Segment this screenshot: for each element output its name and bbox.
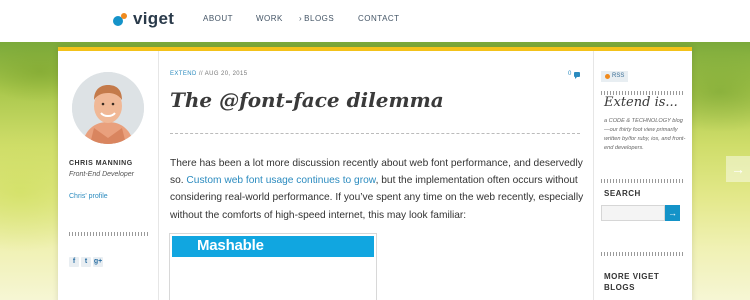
- embedded-screenshot: Mashable: [169, 233, 377, 300]
- facebook-icon[interactable]: f: [69, 257, 79, 267]
- search-input[interactable]: [601, 205, 665, 221]
- post-date: AUG 20, 2015: [204, 71, 248, 77]
- comment-count: 0: [568, 71, 572, 77]
- author-photo: [72, 72, 144, 144]
- rss-button[interactable]: RSS: [601, 71, 629, 82]
- nav-blogs[interactable]: › BLOGS: [299, 14, 334, 23]
- meta-separator: //: [196, 71, 205, 77]
- logo-text: viget: [133, 9, 175, 28]
- blog-title: Extend is...: [604, 95, 678, 110]
- post-card: CHRIS MANNING Front-End Developer Chris'…: [58, 47, 692, 300]
- author-avatar[interactable]: [72, 72, 144, 144]
- hatch-divider: [601, 179, 683, 183]
- nav-blogs-label: BLOGS: [304, 14, 335, 23]
- rss-label: RSS: [612, 73, 625, 79]
- column-divider: [593, 51, 594, 300]
- title-divider: [170, 133, 580, 134]
- more-blogs-heading: MORE VIGET BLOGS: [604, 272, 660, 292]
- comment-icon: [574, 71, 581, 79]
- nav-contact[interactable]: CONTACT: [358, 14, 400, 23]
- search-submit-button[interactable]: →: [665, 205, 680, 221]
- post-body: There has been a lot more discussion rec…: [170, 155, 588, 224]
- blog-description: a CODE & TECHNOLOGY blog—our thirty foot…: [604, 118, 686, 151]
- author-role: Front-End Developer: [69, 171, 134, 178]
- google-plus-icon[interactable]: g+: [93, 257, 103, 267]
- nav-work[interactable]: WORK: [256, 14, 283, 23]
- comment-count-link[interactable]: 0: [568, 71, 581, 79]
- mashable-logo: Mashable: [197, 237, 264, 254]
- share-buttons: f t g+: [69, 257, 103, 267]
- next-post-arrow-icon[interactable]: →: [726, 156, 750, 182]
- post-title: The @font-face dilemma: [170, 88, 444, 112]
- search-label: SEARCH: [604, 189, 641, 198]
- nav-about[interactable]: ABOUT: [203, 14, 233, 23]
- hatch-divider: [601, 252, 683, 256]
- mashable-header: Mashable: [172, 236, 374, 257]
- column-divider: [158, 51, 159, 300]
- rss-icon: [605, 74, 610, 79]
- post-category-link[interactable]: EXTEND: [170, 71, 197, 77]
- chevron-right-icon: ›: [299, 14, 303, 23]
- author-name: CHRIS MANNING: [69, 160, 133, 167]
- post-meta: EXTEND // AUG 20, 2015: [170, 71, 248, 77]
- logo-mark-icon: [113, 11, 129, 27]
- twitter-icon[interactable]: t: [81, 257, 91, 267]
- hatch-divider: [69, 232, 149, 236]
- author-profile-link[interactable]: Chris' profile: [69, 193, 108, 200]
- viget-logo[interactable]: viget: [113, 9, 174, 29]
- web-font-usage-link[interactable]: Custom web font usage continues to grow: [186, 175, 375, 186]
- top-navigation: viget ABOUT WORK › BLOGS CONTACT: [0, 0, 750, 42]
